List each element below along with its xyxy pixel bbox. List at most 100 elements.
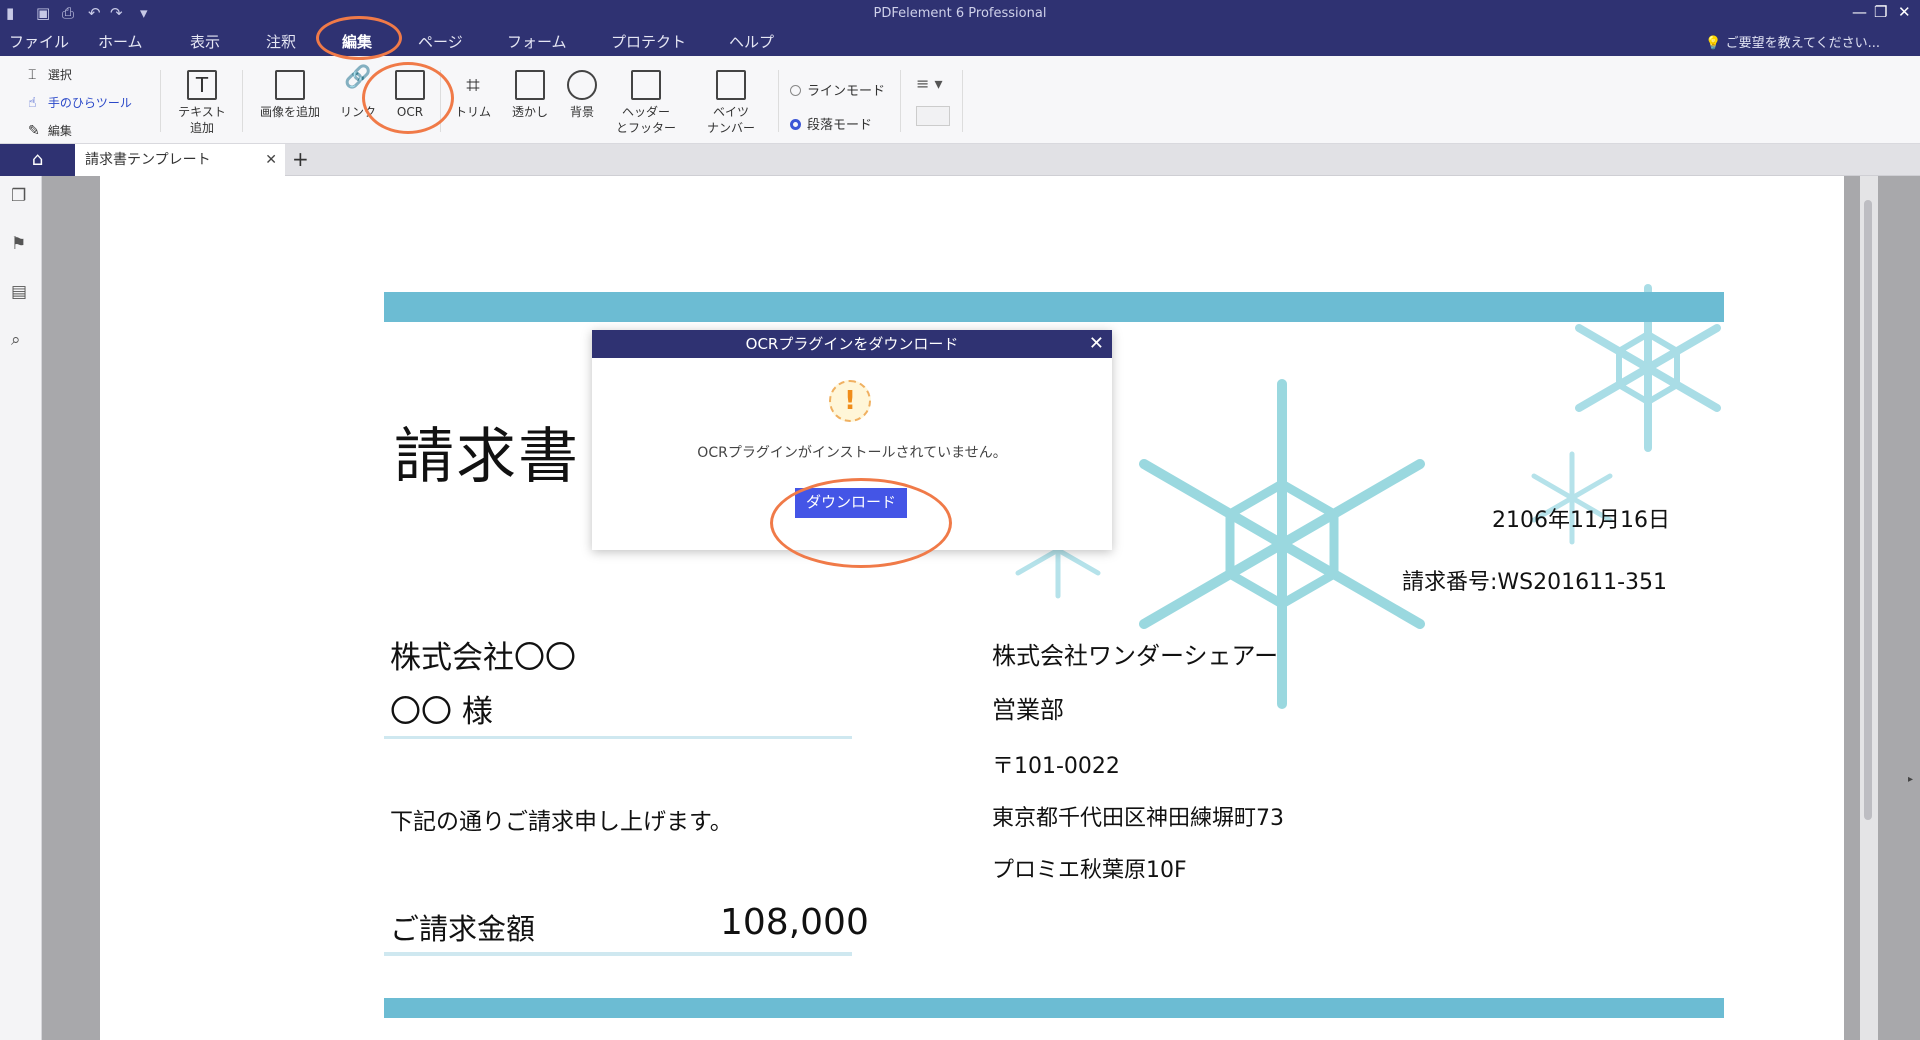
dialog-header: OCRプラグインをダウンロード ✕ (592, 330, 1112, 358)
divider (962, 70, 963, 132)
align-dropdown[interactable]: ≡ ▾ (916, 74, 943, 93)
edit-icon: ✎ (28, 123, 40, 139)
cursor-icon: ⌶ (28, 67, 37, 83)
add-image-button[interactable]: 画像を追加 (252, 70, 328, 120)
bates-number-button[interactable]: ベイツ ナンバー (700, 70, 762, 136)
edit-tool[interactable]: ✎ 編集 (28, 122, 72, 139)
header-footer-label-1: ヘッダー (621, 105, 670, 119)
menu-help[interactable]: ヘルプ (729, 31, 774, 52)
header-footer-button[interactable]: ヘッダー とフッター (612, 70, 680, 136)
client-person: 〇〇 様 (390, 694, 493, 730)
header-footer-icon (631, 70, 661, 100)
vertical-scrollbar[interactable] (1860, 176, 1878, 1040)
select-tool[interactable]: ⌶ 選択 (28, 66, 72, 83)
scrollbar-thumb[interactable] (1864, 200, 1872, 820)
new-tab-button[interactable]: + (292, 147, 309, 171)
ribbon-toolbar: ⌶ 選択 ☝ 手のひらツール ✎ 編集 T テキスト 追加 画像を追加 🔗 リン… (0, 56, 1920, 144)
address-line-1: 東京都千代田区神田練塀町73 (992, 806, 1284, 831)
close-window-button[interactable]: ✕ (1898, 3, 1911, 21)
feedback-search[interactable]: 💡 ご要望を教えてください... (1705, 32, 1880, 51)
radio-off-icon (790, 85, 801, 96)
bottom-band (384, 998, 1724, 1018)
tab-document-label: 請求書テンプレート (85, 152, 211, 168)
tab-document[interactable]: 請求書テンプレート ✕ (75, 144, 285, 176)
close-tab-icon[interactable]: ✕ (265, 144, 277, 176)
distribute-dropdown[interactable] (916, 106, 950, 126)
search-icon[interactable]: ⌕ (11, 330, 21, 350)
menu-comment[interactable]: 注釈 (266, 31, 296, 52)
bates-icon (716, 70, 746, 100)
crop-icon: ⌗ (466, 71, 480, 99)
address-line-2: プロミエ秋葉原10F (992, 858, 1187, 883)
home-tab[interactable]: ⌂ (0, 144, 75, 176)
divider (160, 70, 161, 132)
hand-tool[interactable]: ☝ 手のひらツール (28, 94, 132, 111)
hand-tool-label: 手のひらツール (47, 96, 132, 110)
menu-bar: ファイル ホーム 表示 注釈 編集 ページ フォーム プロテクト ヘルプ 💡 ご… (0, 27, 1920, 56)
trim-label: トリム (454, 105, 491, 119)
amount-underline (384, 952, 852, 956)
invoice-intro: 下記の通りご請求申し上げます。 (390, 809, 733, 835)
background-icon (567, 70, 597, 100)
dialog-message: OCRプラグインがインストールされていません。 (697, 445, 1007, 461)
line-mode-radio[interactable]: ラインモード (790, 80, 885, 99)
invoice-title: 請求書 (394, 422, 580, 492)
paragraph-mode-radio[interactable]: 段落モード (790, 114, 872, 133)
window-title: PDFelement 6 Professional (873, 6, 1047, 21)
menu-page[interactable]: ページ (418, 31, 463, 52)
close-icon[interactable]: ✕ (1089, 330, 1104, 358)
postal-code: 〒101-0022 (992, 754, 1120, 779)
expand-right-arrow-icon[interactable]: ▸ (1908, 774, 1913, 785)
background-label: 背景 (569, 105, 594, 119)
background-button[interactable]: 背景 (560, 70, 604, 120)
amount-label: ご請求金額 (390, 912, 536, 946)
menu-protect[interactable]: プロテクト (611, 31, 686, 52)
left-panel: ❐ ⚑ ▤ ⌕ ▸ (0, 176, 49, 1040)
top-band (384, 292, 1724, 322)
menu-form[interactable]: フォーム (507, 31, 567, 52)
edit-tool-label: 編集 (47, 124, 72, 138)
document-viewer: 請求書 2106年11月16日 請求番号:WS201611-351 株式会社〇〇… (42, 176, 1920, 1040)
client-underline (384, 736, 852, 739)
client-company: 株式会社〇〇 (390, 640, 576, 676)
select-tool-label: 選択 (47, 68, 72, 82)
bates-label-2: ナンバー (706, 121, 755, 135)
add-text-label-1: テキスト (178, 105, 226, 119)
bookmark-icon[interactable]: ⚑ (11, 234, 26, 254)
add-text-button[interactable]: T テキスト 追加 (172, 70, 232, 136)
menu-view[interactable]: 表示 (190, 31, 220, 52)
tab-bar: ⌂ 請求書テンプレート ✕ + (0, 144, 1920, 176)
menu-home[interactable]: ホーム (98, 31, 143, 52)
dialog-title: OCRプラグインをダウンロード (745, 335, 959, 353)
warning-icon: ! (829, 380, 871, 422)
divider (242, 70, 243, 132)
add-image-label: 画像を追加 (259, 105, 320, 119)
radio-on-icon (790, 119, 801, 130)
maximize-button[interactable]: ❐ (1874, 3, 1887, 21)
menu-file[interactable]: ファイル (9, 31, 69, 52)
sender-department: 営業部 (992, 696, 1064, 724)
hand-icon: ☝ (28, 95, 37, 111)
paragraph-mode-label: 段落モード (807, 118, 873, 133)
annotation-circle-download (770, 478, 952, 568)
divider (778, 70, 779, 132)
thumbnails-icon[interactable]: ❐ (11, 186, 26, 206)
minimize-button[interactable]: — (1852, 3, 1867, 21)
invoice-number: 請求番号:WS201611-351 (1402, 570, 1668, 595)
text-icon: T (187, 70, 217, 100)
watermark-icon (515, 70, 545, 100)
invoice-date: 2106年11月16日 (1492, 508, 1670, 533)
title-bar: ▮ ▣ ⎙ ↶ ↷ ▾ PDFelement 6 Professional — … (0, 0, 1920, 27)
line-mode-label: ラインモード (807, 84, 886, 99)
pdf-page: 請求書 2106年11月16日 請求番号:WS201611-351 株式会社〇〇… (100, 176, 1844, 1040)
lightbulb-icon: 💡 (1705, 36, 1722, 51)
watermark-label: 透かし (511, 105, 548, 119)
watermark-button[interactable]: 透かし (506, 70, 554, 120)
comment-icon[interactable]: ▤ (11, 282, 27, 302)
feedback-hint: ご要望を教えてください... (1725, 36, 1880, 51)
bates-label-1: ベイツ (712, 105, 749, 119)
trim-button[interactable]: ⌗ トリム (448, 70, 498, 120)
annotation-circle-ocr (362, 62, 454, 134)
add-text-label-2: 追加 (189, 121, 214, 135)
divider (900, 70, 901, 132)
